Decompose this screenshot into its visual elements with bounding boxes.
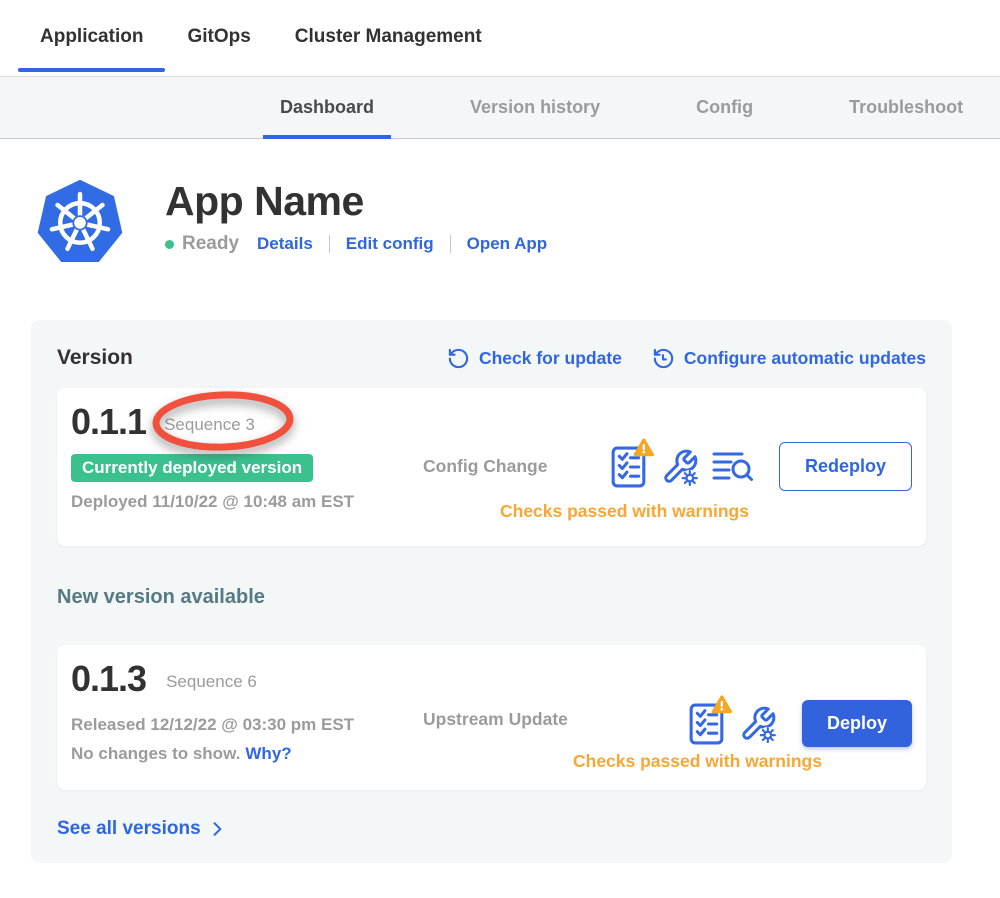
available-sequence-label: Sequence 6 bbox=[166, 666, 257, 692]
deploy-button[interactable]: Deploy bbox=[802, 700, 912, 748]
wrench-config-icon[interactable] bbox=[661, 448, 699, 486]
scheduled-update-icon bbox=[652, 347, 675, 370]
page-title: App Name bbox=[165, 179, 547, 224]
app-header: App Name Ready Details Edit config Open … bbox=[35, 177, 1000, 267]
available-version-source: Upstream Update bbox=[423, 709, 598, 776]
current-sequence-label: Sequence 3 bbox=[164, 409, 255, 435]
tab-dashboard[interactable]: Dashboard bbox=[263, 77, 391, 138]
checks-status-text: Checks passed with warnings bbox=[500, 501, 749, 522]
current-version-card: 0.1.1 Sequence 3 Currently deployed vers… bbox=[57, 388, 926, 546]
check-for-update-label: Check for update bbox=[479, 348, 622, 369]
warning-triangle-icon bbox=[713, 697, 730, 712]
released-timestamp: Released 12/12/22 @ 03:30 pm EST bbox=[71, 715, 423, 735]
preflight-checks-warning-icon[interactable] bbox=[611, 444, 648, 489]
app-sub-nav: Dashboard Version history Config Trouble… bbox=[0, 76, 1000, 139]
check-for-update-button[interactable]: Check for update bbox=[447, 347, 622, 370]
checks-status-text: Checks passed with warnings bbox=[573, 751, 822, 772]
version-panel: Version Check for update Configure autom… bbox=[31, 320, 952, 863]
tab-version-history[interactable]: Version history bbox=[453, 77, 617, 138]
top-tab-cluster-management[interactable]: Cluster Management bbox=[273, 0, 504, 76]
new-version-heading: New version available bbox=[57, 586, 926, 609]
current-version-number: 0.1.1 bbox=[71, 402, 146, 442]
chevron-right-icon bbox=[207, 819, 227, 839]
edit-config-link[interactable]: Edit config bbox=[346, 234, 434, 254]
redeploy-button[interactable]: Redeploy bbox=[779, 442, 912, 492]
warning-triangle-icon bbox=[635, 440, 652, 455]
tab-config[interactable]: Config bbox=[679, 77, 770, 138]
configure-automatic-updates-button[interactable]: Configure automatic updates bbox=[652, 347, 926, 370]
kubernetes-icon bbox=[35, 177, 125, 267]
divider bbox=[329, 235, 330, 253]
wrench-config-icon[interactable] bbox=[739, 705, 777, 743]
top-tab-application[interactable]: Application bbox=[18, 0, 165, 76]
deployed-timestamp: Deployed 11/10/22 @ 10:48 am EST bbox=[71, 492, 423, 512]
available-version-number: 0.1.3 bbox=[71, 659, 146, 699]
status-dot-icon bbox=[165, 240, 174, 249]
top-nav: Application GitOps Cluster Management bbox=[0, 0, 1000, 76]
top-tab-gitops[interactable]: GitOps bbox=[165, 0, 272, 76]
currently-deployed-badge: Currently deployed version bbox=[71, 454, 313, 482]
see-all-versions-label: See all versions bbox=[57, 818, 201, 840]
refresh-icon bbox=[447, 347, 470, 370]
details-link[interactable]: Details bbox=[257, 234, 313, 254]
divider bbox=[450, 235, 451, 253]
tab-troubleshoot[interactable]: Troubleshoot bbox=[832, 77, 980, 138]
version-panel-title: Version bbox=[57, 346, 133, 370]
preflight-checks-warning-icon[interactable] bbox=[689, 701, 726, 746]
app-status-label: Ready bbox=[182, 233, 239, 255]
configure-automatic-updates-label: Configure automatic updates bbox=[684, 348, 926, 369]
view-diff-icon[interactable] bbox=[712, 448, 754, 486]
available-version-card: 0.1.3 Sequence 6 Released 12/12/22 @ 03:… bbox=[57, 645, 926, 790]
see-all-versions-link[interactable]: See all versions bbox=[57, 818, 227, 840]
no-changes-note: No changes to show.Why? bbox=[71, 744, 423, 764]
open-app-link[interactable]: Open App bbox=[467, 234, 548, 254]
why-link[interactable]: Why? bbox=[245, 744, 291, 763]
